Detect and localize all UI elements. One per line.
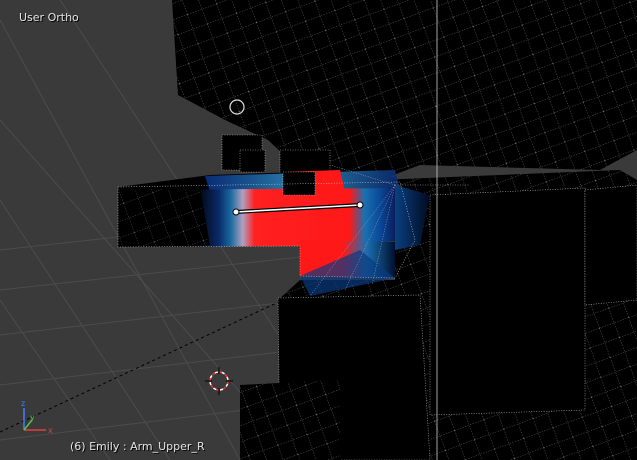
svg-text:y: y bbox=[30, 413, 35, 422]
view-label: User Ortho bbox=[19, 11, 79, 24]
3d-cursor-icon[interactable] bbox=[205, 367, 233, 395]
mesh-head[interactable] bbox=[172, 0, 637, 180]
axes-gizmo-icon[interactable]: z x y bbox=[21, 399, 53, 435]
object-info: (6) Emily : Arm_Upper_R bbox=[70, 440, 205, 453]
svg-text:x: x bbox=[48, 426, 53, 435]
viewport-scene[interactable]: z x y bbox=[0, 0, 637, 460]
3d-viewport[interactable]: z x y User Ortho (6) Emily : Arm_Upper_R bbox=[0, 0, 637, 460]
svg-text:z: z bbox=[21, 399, 25, 408]
mesh-arm-upper-r[interactable] bbox=[117, 170, 430, 296]
